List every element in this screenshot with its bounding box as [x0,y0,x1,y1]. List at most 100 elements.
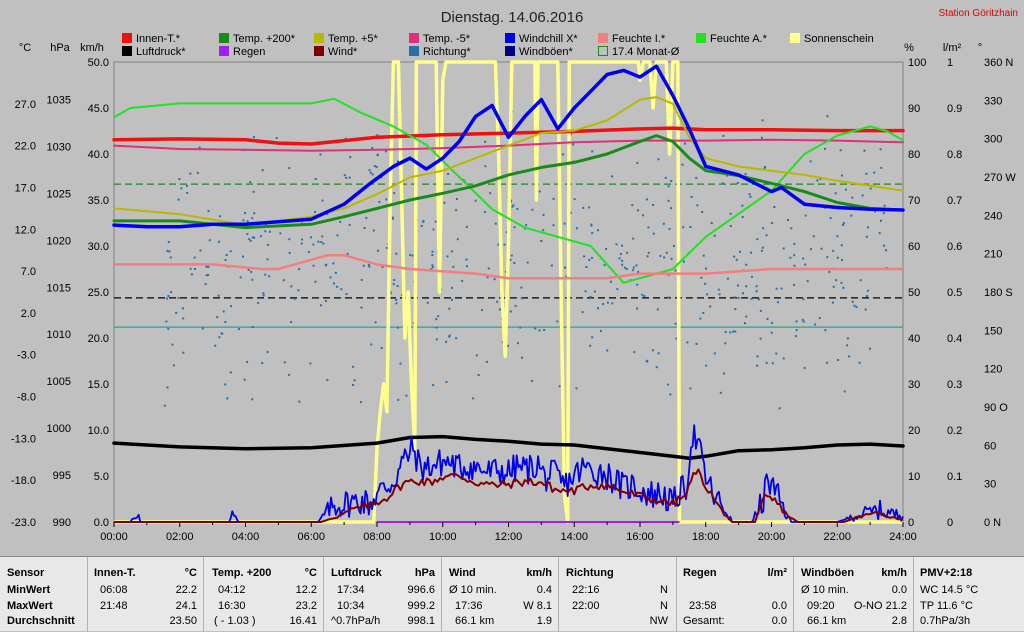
direction-point [396,285,399,288]
luftdruck-avg-extra: ^0.7hPa/h [331,615,381,627]
direction-point [765,361,768,364]
direction-point [749,195,752,198]
direction-point [377,153,380,156]
regen-title: Regen [683,567,717,579]
direction-point [667,296,670,299]
direction-point [474,199,477,202]
direction-point [165,297,168,300]
direction-point [345,293,348,296]
boeen-unit: km/h [881,567,907,579]
direction-point [802,257,805,260]
luftdruck-min-val: 996.6 [407,584,435,596]
direction-point [556,320,559,323]
direction-point [542,213,545,216]
rain-tick-label: 0.4 [947,333,962,345]
direction-point [756,364,759,367]
direction-point [171,343,174,346]
direction-point [818,317,821,320]
direction-point [729,212,732,215]
direction-point [321,235,324,238]
direction-point [194,268,197,271]
direction-point [252,136,255,139]
stats-col-boeen: Windböen km/h Ø 10 min. 0.0 09:20 O-NO 2… [794,557,914,632]
direction-point [301,238,304,241]
direction-point [349,156,352,159]
pressure-tick-label: 1025 [47,188,71,200]
direction-point [873,171,876,174]
direction-point [435,318,438,321]
richtung-title: Richtung [566,567,614,579]
x-tick-label: 06:00 [297,531,325,543]
direction-point [765,234,768,237]
direction-point [336,285,339,288]
direction-point [371,146,374,149]
direction-point [563,222,566,225]
pressure-tick-label: 1015 [47,282,71,294]
direction-point [850,214,853,217]
pressure-tick-label: 1000 [47,423,71,435]
direction-point [264,230,267,233]
direction-point [696,204,699,207]
direction-point [332,262,335,265]
humidity-tick-label: 60 [908,241,920,253]
temp200-max-val: 23.2 [295,600,317,612]
direction-point [866,289,869,292]
innen-min-val: 22.2 [175,584,197,596]
direction-point [863,149,866,152]
direction-point [801,318,804,321]
direction-point [352,384,355,387]
direction-point [814,323,817,326]
direction-point [190,273,193,276]
stats-col-temp200: Temp. +200 °C 04:12 12.2 16:30 23.2 ( - … [204,557,324,632]
direction-point [165,320,168,323]
statistics-table: Sensor MinWert MaxWert Durchschnitt Inne… [0,556,1024,632]
direction-point [178,178,181,181]
direction-point [618,257,621,260]
direction-point [446,255,449,258]
direction-point [447,172,450,175]
direction-point [646,255,649,258]
wind-tick-label: 20.0 [88,333,109,345]
direction-point [432,384,435,387]
direction-point [655,366,658,369]
direction-point [632,237,635,240]
legend-swatch [790,33,800,43]
direction-point [867,226,870,229]
direction-point [496,300,499,303]
direction-point [759,309,762,312]
direction-point [761,119,764,122]
humidity-tick-label: 90 [908,103,920,115]
x-tick-label: 02:00 [166,531,194,543]
direction-point [169,256,172,259]
legend-swatch [219,33,229,43]
direction-point [324,300,327,303]
direction-point [456,238,459,241]
direction-point [606,349,609,352]
direction-point [883,244,886,247]
direction-point [597,229,600,232]
humidity-tick-label: 20 [908,425,920,437]
direction-point [322,242,325,245]
direction-point [507,344,510,347]
direction-point [670,207,673,210]
temp-tick-label: -18.0 [11,475,36,487]
direction-point [252,190,255,193]
direction-point [455,337,458,340]
wind-tick-label: 40.0 [88,149,109,161]
direction-point [573,198,576,201]
direction-point [609,280,612,283]
direction-point [623,266,626,269]
direction-point [851,196,854,199]
direction-point [514,304,517,307]
humidity-tick-label: 0 [908,517,914,529]
direction-point [465,265,468,268]
direction-point [832,301,835,304]
luftdruck-unit: hPa [414,567,435,579]
direction-point [795,329,798,332]
direction-point [221,332,224,335]
direction-point [493,278,496,281]
richtung-avg: NW [649,615,668,627]
humidity-tick-label: 70 [908,195,920,207]
direction-point [552,197,555,200]
direction-point [180,187,183,190]
